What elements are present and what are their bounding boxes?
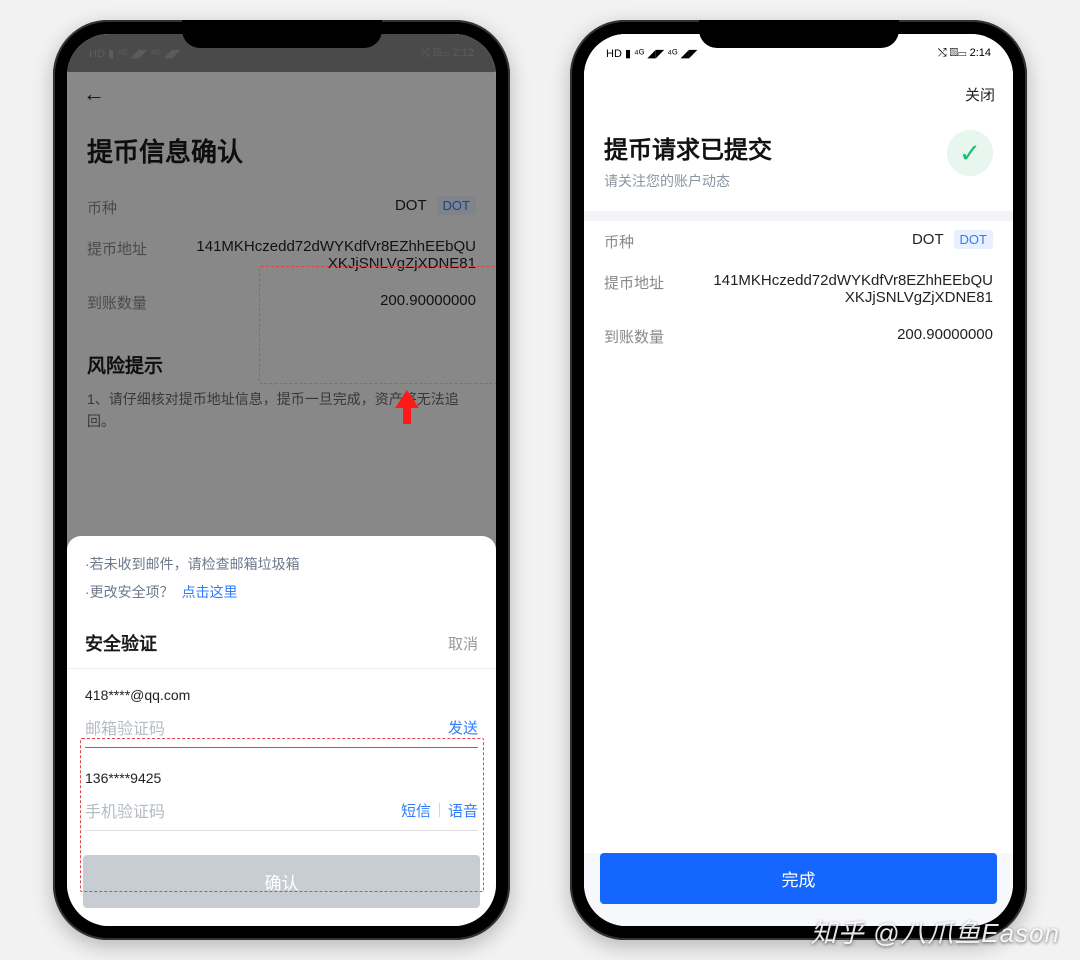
row-amount: 到账数量 200.90000000 bbox=[67, 282, 496, 323]
phone-frame-right: HD ▮ ⁴ᴳ ◢◤ ⁴ᴳ ◢◤ ⤭ ▧▭ 2:14 关闭 提币请求已提交 请关… bbox=[570, 20, 1027, 940]
address-value: 141MKHczedd72dWYKdfVr8EZhhEEbQUXKJjSNLVg… bbox=[713, 272, 993, 306]
coin-value: DOT DOT bbox=[912, 231, 993, 252]
coin-chip: DOT bbox=[437, 196, 476, 215]
signal-icon: HD ▮ ⁴ᴳ ◢◤ ⁴ᴳ ◢◤ bbox=[89, 47, 180, 60]
nav-bar: 关闭 bbox=[584, 72, 1013, 116]
sheet-hint-2: ·更改安全项？ 点击这里 bbox=[67, 578, 496, 606]
watermark: 知乎 @八爪鱼Eason bbox=[811, 913, 1060, 950]
page-title: 提币信息确认 bbox=[67, 116, 496, 187]
change-security-link[interactable]: 点击这里 bbox=[182, 584, 238, 600]
row-coin: 币种 DOT DOT bbox=[584, 221, 1013, 262]
cancel-button[interactable]: 取消 bbox=[448, 633, 478, 654]
phone-frame-left: HD ▮ ⁴ᴳ ◢◤ ⁴ᴳ ◢◤ ⤭ ▧▭ 2:12 ← 提币信息确认 币种 D… bbox=[53, 20, 510, 940]
submit-subtitle: 请关注您的账户动态 bbox=[604, 171, 772, 191]
coin-label: 币种 bbox=[87, 197, 117, 218]
address-label: 提币地址 bbox=[87, 238, 147, 272]
confirm-button[interactable]: 确认 bbox=[83, 855, 480, 908]
security-sheet: ·若未收到邮件，请检查邮箱垃圾箱 ·更改安全项？ 点击这里 安全验证 取消 41… bbox=[67, 536, 496, 926]
submit-header: 提币请求已提交 请关注您的账户动态 ✓ bbox=[584, 116, 1013, 221]
risk-text: 1、请仔细核对提币地址信息，提币一旦完成，资产将无法追回。 bbox=[67, 388, 496, 433]
email-placeholder: 邮箱验证码 bbox=[85, 715, 165, 739]
battery-clock: ⤭ ▧▭ 2:14 bbox=[938, 47, 991, 60]
done-button[interactable]: 完成 bbox=[600, 853, 997, 904]
sheet-hint-1: ·若未收到邮件，请检查邮箱垃圾箱 bbox=[67, 550, 496, 578]
amount-value: 200.90000000 bbox=[897, 326, 993, 347]
send-sms-button[interactable]: 短信 bbox=[401, 800, 431, 821]
address-label: 提币地址 bbox=[604, 272, 664, 306]
coin-label: 币种 bbox=[604, 231, 634, 252]
close-button[interactable]: 关闭 bbox=[965, 84, 995, 105]
nav-bar: ← bbox=[67, 72, 496, 116]
row-address: 提币地址 141MKHczedd72dWYKdfVr8EZhhEEbQUXKJj… bbox=[67, 228, 496, 282]
row-coin: 币种 DOT DOT bbox=[67, 187, 496, 228]
signal-icon: HD ▮ ⁴ᴳ ◢◤ ⁴ᴳ ◢◤ bbox=[606, 47, 697, 60]
coin-chip: DOT bbox=[954, 230, 993, 249]
notch bbox=[182, 20, 382, 48]
phone-placeholder: 手机验证码 bbox=[85, 798, 165, 822]
success-check-icon: ✓ bbox=[947, 130, 993, 176]
battery-clock: ⤭ ▧▭ 2:12 bbox=[421, 47, 474, 60]
send-email-code-button[interactable]: 发送 bbox=[448, 717, 478, 738]
divider bbox=[439, 803, 440, 817]
email-masked: 418****@qq.com bbox=[85, 679, 478, 709]
notch bbox=[699, 20, 899, 48]
phone-masked: 136****9425 bbox=[85, 762, 478, 792]
back-icon[interactable]: ← bbox=[83, 81, 105, 107]
screen-left: HD ▮ ⁴ᴳ ◢◤ ⁴ᴳ ◢◤ ⤭ ▧▭ 2:12 ← 提币信息确认 币种 D… bbox=[67, 34, 496, 926]
spacer bbox=[584, 357, 1013, 853]
coin-value: DOT DOT bbox=[395, 197, 476, 218]
screen-right: HD ▮ ⁴ᴳ ◢◤ ⁴ᴳ ◢◤ ⤭ ▧▭ 2:14 关闭 提币请求已提交 请关… bbox=[584, 34, 1013, 926]
amount-label: 到账数量 bbox=[87, 292, 147, 313]
details-panel: 币种 DOT DOT 提币地址 141MKHczedd72dWYKdfVr8EZ… bbox=[584, 221, 1013, 357]
email-code-input[interactable]: 邮箱验证码 发送 bbox=[85, 709, 478, 748]
amount-label: 到账数量 bbox=[604, 326, 664, 347]
row-amount: 到账数量 200.90000000 bbox=[584, 316, 1013, 357]
phone-code-input[interactable]: 手机验证码 短信 语音 bbox=[85, 792, 478, 831]
submit-title: 提币请求已提交 bbox=[604, 130, 772, 165]
address-value: 141MKHczedd72dWYKdfVr8EZhhEEbQUXKJjSNLVg… bbox=[196, 238, 476, 272]
amount-value: 200.90000000 bbox=[380, 292, 476, 313]
sheet-title: 安全验证 bbox=[85, 630, 157, 656]
row-address: 提币地址 141MKHczedd72dWYKdfVr8EZhhEEbQUXKJj… bbox=[584, 262, 1013, 316]
send-voice-button[interactable]: 语音 bbox=[448, 800, 478, 821]
risk-title: 风险提示 bbox=[67, 323, 496, 388]
